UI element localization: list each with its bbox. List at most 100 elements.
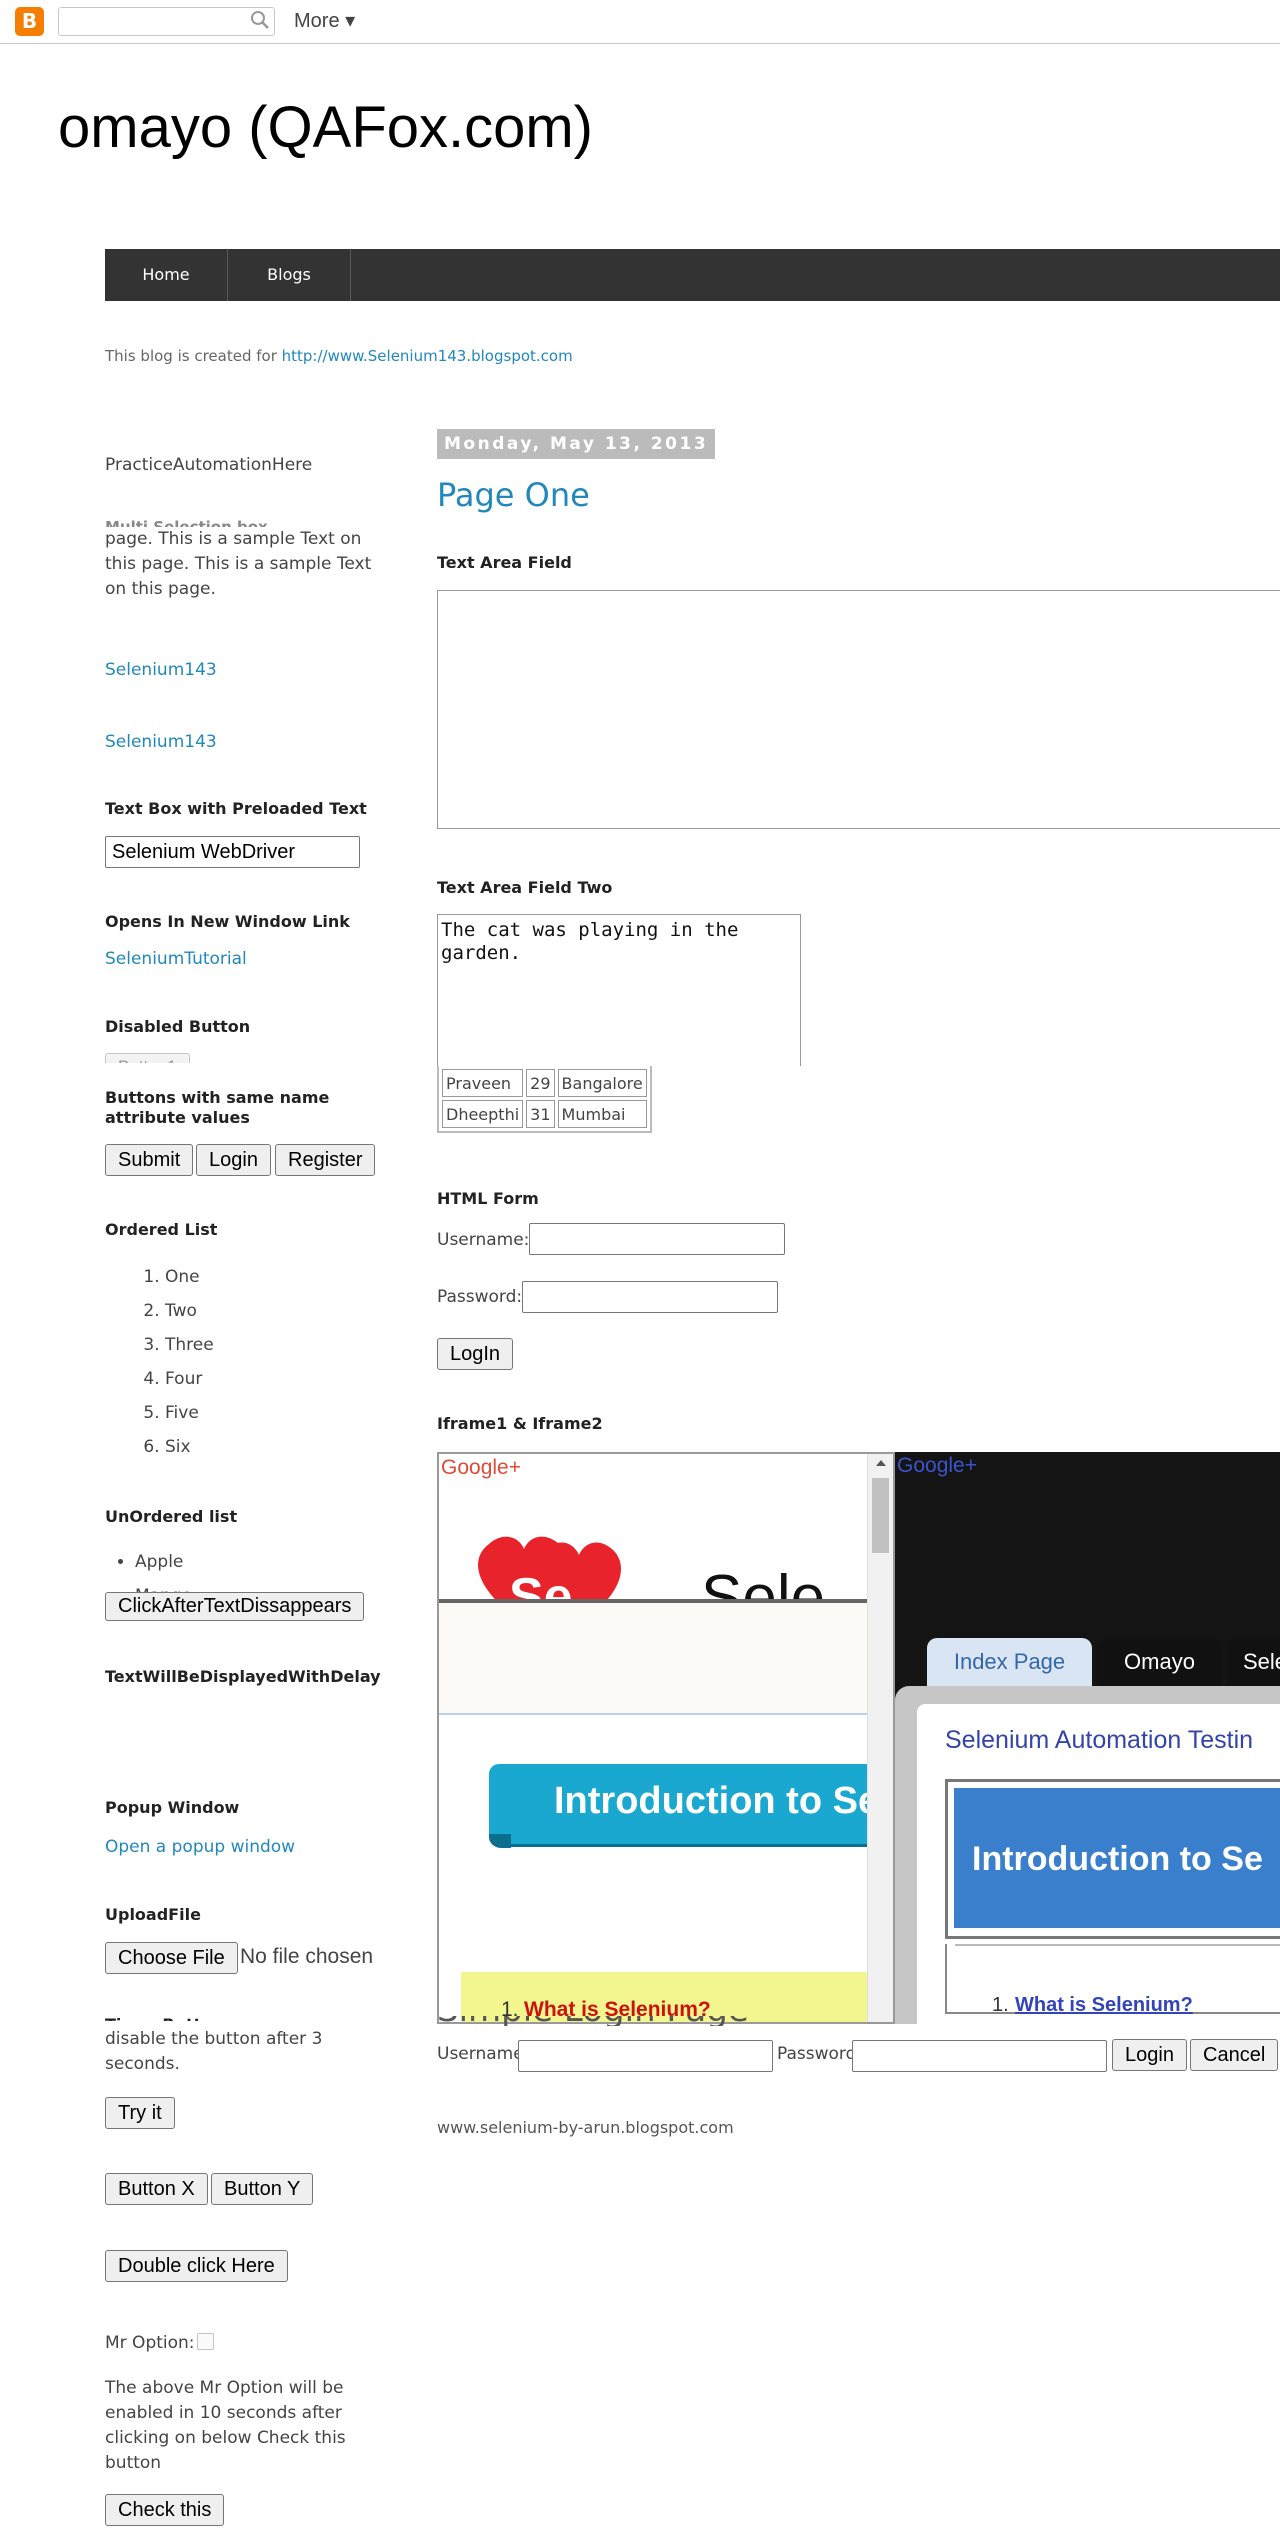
- text-area-field-two[interactable]: The cat was playing in the garden.: [437, 914, 801, 1066]
- svg-text:Se: Se: [509, 1568, 573, 1599]
- table-cell: 29: [526, 1069, 555, 1097]
- iframe2-list-frame: 1. What is Selenium?: [945, 1944, 1280, 2017]
- table-cell: Praveen: [442, 1069, 524, 1097]
- selenium-logo: Se Sele: [439, 1484, 869, 1599]
- iframe-1[interactable]: Google+ Se Sele Introduction to Se 1. Wh…: [437, 1452, 895, 2024]
- text-area-title: Text Area Field: [437, 553, 572, 572]
- timer-text: disable the button after 3 seconds.: [105, 2029, 323, 2074]
- text-delay-title: TextWillBeDisplayedWithDelay: [105, 1667, 381, 1686]
- table-cell: Mumbai: [557, 1100, 647, 1128]
- iframe2-content: Selenium Automation Testin Introduction …: [917, 1704, 1280, 2024]
- list-item: Apple: [135, 1545, 192, 1579]
- iframe1-scrollbar[interactable]: [867, 1454, 893, 2022]
- simple-username-input[interactable]: [518, 2040, 773, 2072]
- unordered-list-title: UnOrdered list: [105, 1507, 238, 1526]
- tagline-text: This blog is created for: [105, 347, 282, 365]
- selenium-tutorial-link[interactable]: SeleniumTutorial: [105, 949, 247, 969]
- register-button[interactable]: Register: [275, 1144, 376, 1176]
- scrollbar-thumb[interactable]: [872, 1478, 889, 1553]
- simple-username-label: Username: [437, 2044, 524, 2064]
- tab-home[interactable]: Home: [105, 249, 228, 301]
- login-button[interactable]: Login: [196, 1144, 271, 1176]
- try-it-button[interactable]: Try it: [105, 2097, 175, 2129]
- table-cell: 31: [526, 1100, 555, 1128]
- iframe2-banner-text: Introduction to Se: [972, 1840, 1263, 1878]
- blog-title[interactable]: omayo (QAFox.com): [58, 94, 593, 161]
- sample-text: page. This is a sample Text on this page…: [105, 527, 375, 602]
- post-title[interactable]: Page One: [437, 476, 590, 514]
- button-y[interactable]: Button Y: [211, 2173, 314, 2205]
- list-item: Six: [165, 1430, 214, 1464]
- submit-button[interactable]: Submit: [105, 1144, 194, 1176]
- same-name-buttons-title: Buttons with same name attribute values: [105, 1088, 330, 1127]
- selenium-heart-icon: Se: [478, 1536, 621, 1599]
- iframe-2[interactable]: Google+ Index Page Omayo Sele Selenium A…: [895, 1452, 1280, 2024]
- practice-automation-title: PracticeAutomationHere: [105, 455, 313, 475]
- double-click-button[interactable]: Double click Here: [105, 2250, 288, 2282]
- page-tabs: Home Blogs: [105, 249, 1280, 301]
- selenium143-link-2[interactable]: Selenium143: [105, 732, 217, 752]
- google-plus-link[interactable]: Google+: [897, 1454, 977, 1478]
- text-area-two-title: Text Area Field Two: [437, 878, 613, 897]
- tab-omayo[interactable]: Omayo: [1097, 1638, 1222, 1686]
- disabled-button-title: Disabled Button: [105, 1017, 251, 1036]
- iframe1-header-band: [439, 1603, 869, 1715]
- disabled-button-clip: Button1: [105, 1053, 200, 1063]
- password-label: Password:: [437, 1287, 523, 1307]
- no-file-chosen-text: No file chosen: [240, 1945, 374, 1968]
- click-after-text-disappears-button[interactable]: ClickAfterTextDissappears: [105, 1592, 365, 1621]
- password-input[interactable]: [522, 1281, 778, 1313]
- username-label: Username:: [437, 1230, 530, 1250]
- mr-option-checkbox[interactable]: [197, 2333, 214, 2350]
- iframe2-content-frame: Selenium Automation Testin Introduction …: [895, 1686, 1280, 2024]
- table-row: Praveen 29 Bangalore: [442, 1069, 647, 1097]
- simple-cancel-button[interactable]: Cancel: [1190, 2039, 1279, 2071]
- login-form-button[interactable]: LogIn: [437, 1338, 514, 1370]
- tagline-link[interactable]: http://www.Selenium143.blogspot.com: [282, 347, 573, 365]
- banner-fold: [489, 1834, 511, 1848]
- iframe2-what-is-selenium-link[interactable]: What is Selenium?: [1015, 1994, 1193, 2017]
- iframe2-list-number: 1.: [992, 1994, 1009, 2016]
- tab-blogs[interactable]: Blogs: [228, 249, 351, 301]
- text-area-field[interactable]: [437, 590, 1280, 829]
- mr-option-label: Mr Option:: [105, 2333, 195, 2353]
- intro-banner: Introduction to Se: [489, 1764, 879, 1844]
- simple-password-input[interactable]: [852, 2040, 1107, 2072]
- navbar-search-input[interactable]: [58, 7, 275, 36]
- selenium-logo-text: Sele: [701, 1563, 826, 1599]
- google-plus-link[interactable]: Google+: [441, 1456, 521, 1480]
- table-row: Dheepthi 31 Mumbai: [442, 1100, 647, 1128]
- simple-login-button[interactable]: Login: [1112, 2039, 1187, 2071]
- iframes-title: Iframe1 & Iframe2: [437, 1414, 603, 1433]
- scroll-up-arrow-icon[interactable]: [876, 1460, 886, 1466]
- upload-file-title: UploadFile: [105, 1905, 201, 1924]
- search-icon[interactable]: [248, 8, 272, 32]
- mr-option-text: The above Mr Option will be enabled in 1…: [105, 2378, 346, 2473]
- preloaded-textbox[interactable]: [105, 836, 360, 868]
- username-input[interactable]: [529, 1223, 785, 1255]
- ordered-list: One Two Three Four Five Six: [130, 1260, 214, 1464]
- more-menu[interactable]: More ▾: [294, 8, 355, 33]
- date-header: Monday, May 13, 2013: [437, 429, 716, 459]
- intro-banner-text: Introduction to Se: [554, 1780, 880, 1822]
- blogger-logo-icon[interactable]: B: [15, 7, 44, 36]
- footer-link[interactable]: www.selenium-by-arun.blogspot.com: [437, 2118, 734, 2137]
- simple-password-label: Password: [777, 2044, 857, 2064]
- disabled-button: Button1: [105, 1053, 190, 1063]
- data-table: Praveen 29 Bangalore Dheepthi 31 Mumbai: [437, 1066, 652, 1133]
- blogger-navbar: B More ▾: [0, 0, 1280, 44]
- selenium143-link-1[interactable]: Selenium143: [105, 660, 217, 680]
- button-x[interactable]: Button X: [105, 2173, 208, 2205]
- list-item: Four: [165, 1362, 214, 1396]
- popup-window-link[interactable]: Open a popup window: [105, 1837, 295, 1857]
- list-item: Three: [165, 1328, 214, 1362]
- table-cell: Dheepthi: [442, 1100, 524, 1128]
- iframe2-list-rule: [955, 1944, 1280, 1946]
- tab-selenium[interactable]: Sele: [1227, 1638, 1280, 1686]
- tab-index-page[interactable]: Index Page: [927, 1638, 1092, 1686]
- check-this-button[interactable]: Check this: [105, 2494, 225, 2526]
- list-item: One: [165, 1260, 214, 1294]
- timer-button-title: Timer Button: [105, 2015, 224, 2021]
- choose-file-button[interactable]: Choose File: [105, 1942, 238, 1974]
- tagline: This blog is created for http://www.Sele…: [105, 347, 573, 365]
